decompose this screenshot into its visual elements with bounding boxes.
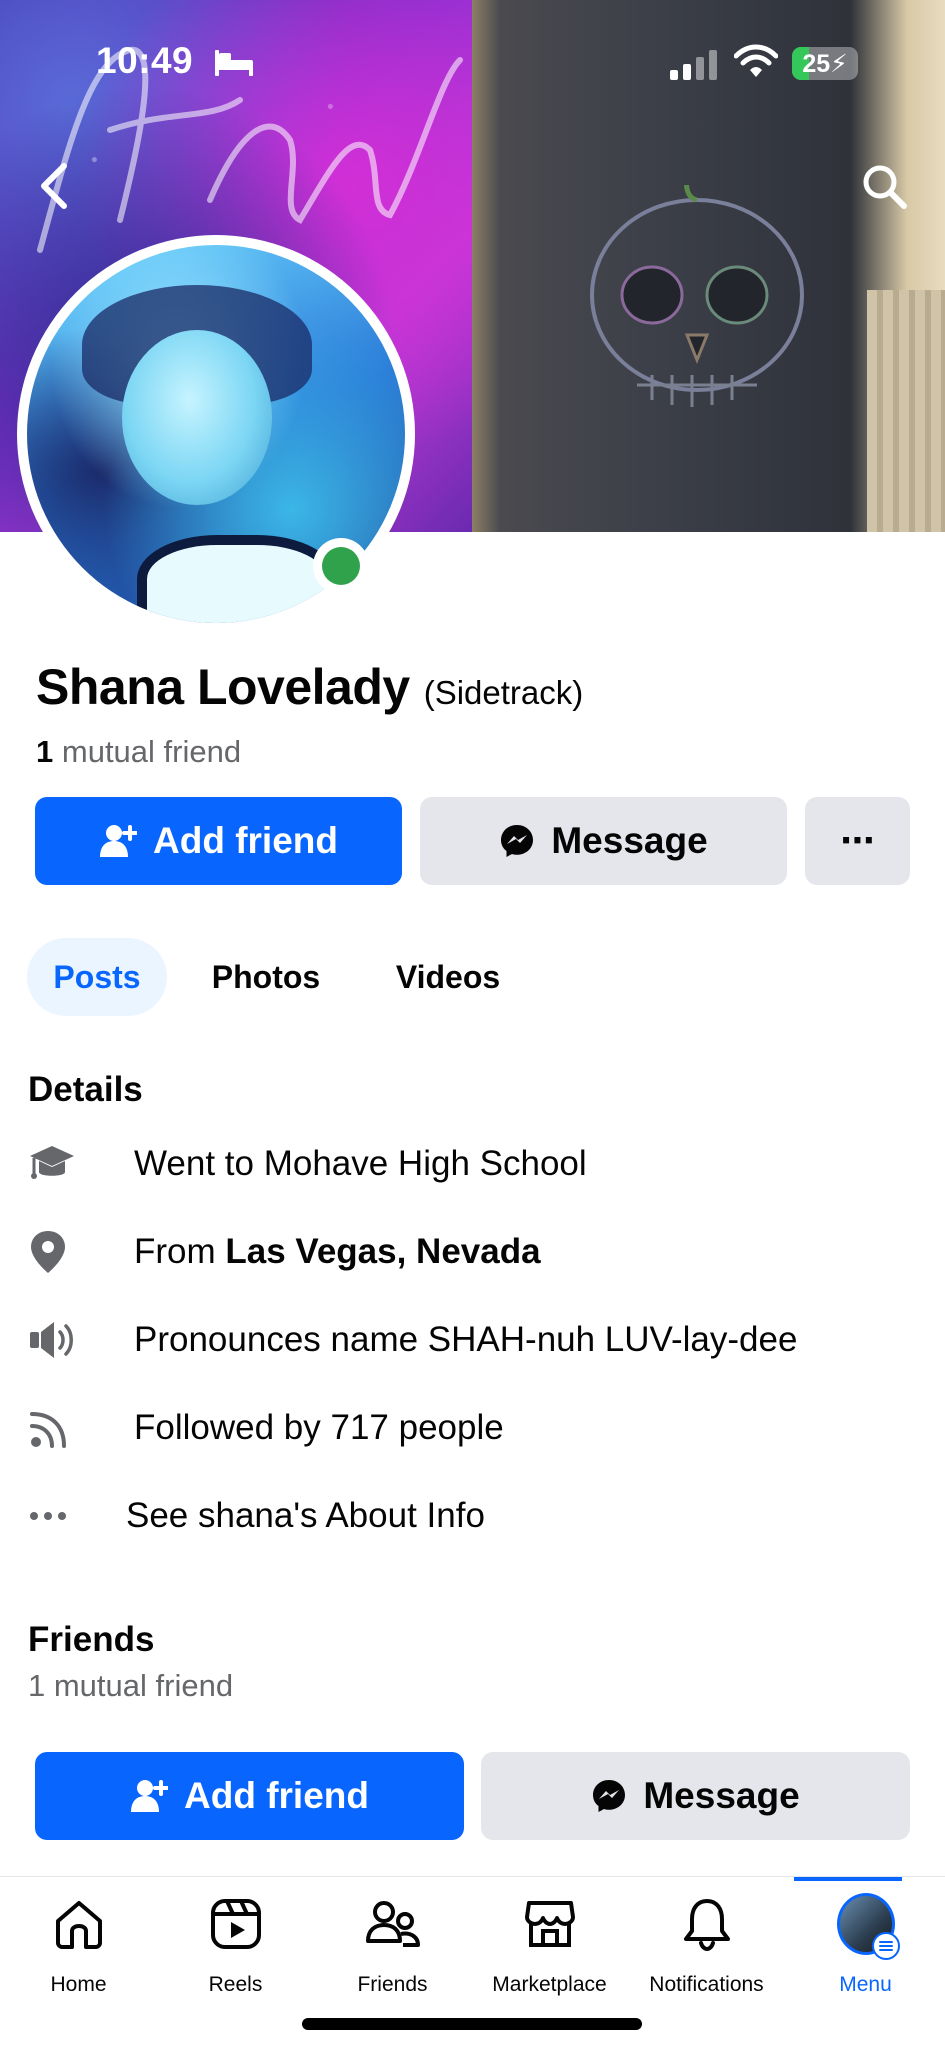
search-icon[interactable] [860, 162, 908, 210]
see-about-info-text: See shana's About Info [126, 1496, 485, 1535]
nav-home-label: Home [50, 1973, 107, 1996]
nav-friends-label: Friends [357, 1973, 428, 1996]
avatar-top-shape [137, 535, 337, 623]
tab-photos[interactable]: Photos [188, 938, 344, 1016]
profile-name-row: Shana Lovelady (Sidetrack) [36, 658, 583, 716]
profile-name: Shana Lovelady [36, 659, 410, 715]
more-options-button[interactable]: ⋯ [805, 797, 910, 885]
add-friend-label: Add friend [184, 1775, 369, 1816]
hometown-prefix: From [134, 1232, 226, 1271]
menu-avatar [836, 1893, 900, 1960]
tab-posts[interactable]: Posts [27, 938, 167, 1016]
bell-icon [678, 1895, 736, 1953]
nav-menu[interactable]: Menu [787, 1893, 944, 1997]
friends-icon [364, 1895, 422, 1953]
add-friend-icon [100, 825, 137, 857]
battery-percent: 25⚡ [802, 50, 848, 78]
battery-indicator: 25⚡ [792, 47, 858, 80]
detail-hometown: From Las Vegas, Nevada [28, 1222, 541, 1282]
graduation-cap-icon [28, 1139, 86, 1189]
nav-marketplace[interactable]: Marketplace [471, 1895, 628, 1997]
add-friend-button-secondary[interactable]: Add friend [35, 1752, 464, 1840]
wifi-icon [734, 44, 778, 77]
detail-education-text: Went to Mohave High School [134, 1144, 587, 1183]
skull-artwork-decoration [590, 185, 804, 407]
nav-marketplace-label: Marketplace [492, 1973, 607, 1996]
speaker-icon[interactable] [28, 1315, 86, 1365]
more-dots-icon [28, 1491, 78, 1541]
message-label: Message [551, 820, 708, 861]
active-tab-indicator [794, 1877, 902, 1881]
message-label: Message [643, 1775, 800, 1816]
hometown-place-link[interactable]: Las Vegas, Nevada [225, 1232, 540, 1271]
cellular-signal-icon [670, 50, 717, 80]
back-chevron-icon[interactable] [36, 162, 70, 210]
detail-hometown-text: From Las Vegas, Nevada [134, 1232, 541, 1272]
menu-hamburger-icon [871, 1932, 900, 1960]
add-friend-icon [131, 1780, 168, 1812]
detail-followers-text: Followed by 717 people [134, 1408, 504, 1447]
mutual-count-label: mutual friend [61, 734, 242, 769]
details-heading: Details [28, 1070, 143, 1109]
message-button-secondary[interactable]: Message [481, 1752, 910, 1840]
marketplace-icon [521, 1895, 579, 1953]
nav-reels-label: Reels [208, 1973, 263, 1996]
detail-followers[interactable]: Followed by 717 people [28, 1398, 504, 1458]
nav-menu-label: Menu [839, 1973, 892, 1996]
friends-subtitle[interactable]: 1 mutual friend [28, 1668, 233, 1704]
nav-home[interactable]: Home [0, 1895, 157, 1997]
mutual-count-number: 1 [36, 734, 54, 769]
reels-icon [207, 1895, 265, 1953]
nav-friends[interactable]: Friends [314, 1895, 471, 1997]
nav-notifications[interactable]: Notifications [628, 1895, 785, 1997]
detail-pronunciation[interactable]: Pronounces name SHAH-nuh LUV-lay-dee [28, 1310, 797, 1370]
mutual-friends-count[interactable]: 1 mutual friend [36, 734, 241, 770]
messenger-icon [501, 825, 534, 857]
message-button[interactable]: Message [420, 797, 787, 885]
home-icon [50, 1895, 108, 1953]
tab-videos[interactable]: Videos [364, 938, 532, 1016]
detail-education: Went to Mohave High School [28, 1134, 587, 1194]
curtain-decoration [867, 290, 945, 532]
friends-heading: Friends [28, 1620, 155, 1659]
avatar-face-shape [122, 330, 272, 505]
messenger-icon [593, 1780, 626, 1812]
menu-avatar-icon [836, 1893, 900, 1960]
rss-followers-icon [28, 1403, 86, 1453]
home-indicator [302, 2018, 642, 2030]
nav-reels[interactable]: Reels [157, 1895, 314, 1997]
see-about-info-link[interactable]: See shana's About Info [28, 1486, 485, 1546]
nav-notifications-label: Notifications [649, 1973, 764, 1996]
profile-alt-name: (Sidetrack) [423, 674, 584, 711]
add-friend-label: Add friend [153, 820, 338, 861]
status-time: 10:49 [96, 40, 194, 81]
detail-pronunciation-text: Pronounces name SHAH-nuh LUV-lay-dee [134, 1320, 798, 1359]
add-friend-button[interactable]: Add friend [35, 797, 402, 885]
location-pin-icon [28, 1227, 86, 1277]
online-status-dot [313, 538, 369, 594]
more-options-icon: ⋯ [840, 822, 875, 860]
sleep-focus-bed-icon [215, 50, 253, 76]
